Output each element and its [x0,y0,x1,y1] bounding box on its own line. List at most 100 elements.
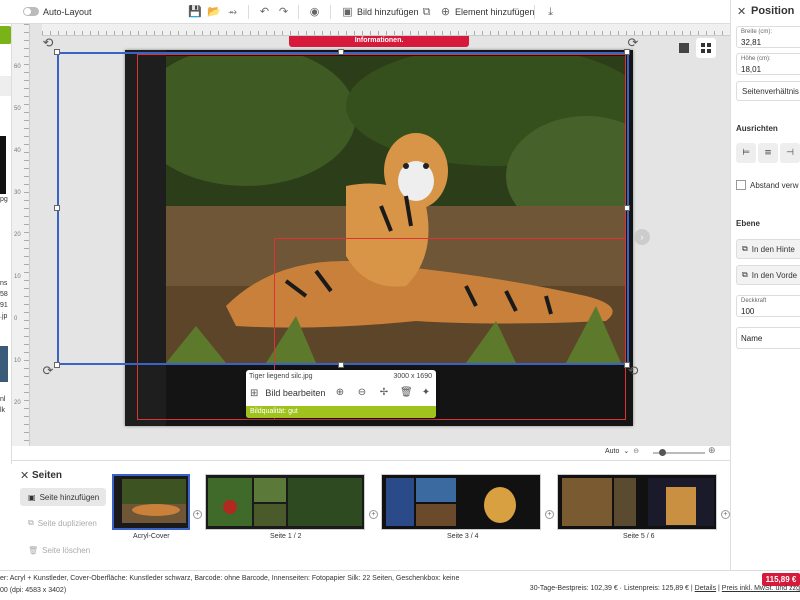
rotate-icon[interactable]: ⟳ [625,36,641,52]
next-page-arrow-icon[interactable]: › [634,229,650,245]
page-thumbnail[interactable] [381,474,541,530]
ruler-number: 50 [14,106,21,112]
resize-handle[interactable] [54,205,60,211]
zoom-in-icon[interactable]: ⊕ [334,387,346,399]
edit-image-button[interactable]: ⊞ Bild bearbeiten [250,386,325,400]
share-icon[interactable]: ⥇ [226,5,239,18]
close-icon[interactable]: ✕ [20,469,29,482]
zoom-in-icon[interactable]: ⊕ [708,446,716,456]
panel-title: Position [751,5,795,17]
resize-handle[interactable] [338,362,344,368]
info-banner[interactable]: Informationen. [289,36,469,47]
resize-handle[interactable] [624,205,630,211]
thumbnail-label: Seite 1 / 2 [270,533,302,540]
zoom-slider-knob[interactable] [659,449,666,456]
add-element-icon[interactable]: ⊕ [439,5,452,18]
page-thumbnail[interactable] [205,474,365,530]
ruler-number: 0 [14,316,18,322]
page-thumbnail-cover[interactable] [112,474,190,530]
thumbnail-label: Acryl-Cover [133,533,170,540]
thumbnail-image [206,475,364,529]
ruler-number: 10 [14,274,21,280]
opacity-field[interactable]: Deckkraft 100 [736,295,800,317]
download-icon[interactable]: ⤓ [544,5,557,18]
rotate-icon[interactable]: ⟳ [40,364,56,380]
width-value[interactable]: 32,81 [741,38,761,47]
align-heading: Ausrichten [736,124,778,133]
details-link[interactable]: Details [695,585,716,592]
align-right-icon[interactable]: ⊣ [780,143,800,163]
ruler-number: 20 [14,232,21,238]
align-center-icon[interactable]: ≡ [758,143,778,163]
zoom-control[interactable]: Auto ⌄ ⊖ [605,447,639,455]
resize-handle[interactable] [338,49,344,55]
send-back-label: In den Hinte [751,244,795,254]
height-value[interactable]: 18,01 [741,65,761,74]
sidebar-thumbnail[interactable] [0,136,6,194]
width-field[interactable]: Breite (cm): 32,81 [736,26,800,48]
save-icon[interactable]: 💾 [188,5,202,18]
move-icon[interactable]: ✢ [378,387,390,399]
folder-icon[interactable]: 📂 [207,5,221,18]
insert-page-icon[interactable]: + [545,510,554,519]
editor-canvas[interactable]: 60 50 40 30 20 10 0 10 20 Informationen.… [12,24,730,446]
page-thumbnail[interactable] [557,474,717,530]
zoom-out-icon[interactable]: ⊖ [356,387,368,399]
send-to-back-button[interactable]: ⧉ In den Hinte [736,239,800,259]
sidebar-green-button[interactable] [0,26,11,44]
add-image-button[interactable]: Bild hinzufügen [357,7,419,17]
layer-heading: Ebene [736,219,761,228]
insert-page-icon[interactable]: + [721,510,730,519]
add-element-button[interactable]: Element hinzufügen [455,7,535,17]
sidebar-text-fragment: lk [0,407,6,414]
delete-page-button[interactable]: 🗑 Seite löschen [20,541,106,559]
insert-page-icon[interactable]: + [193,510,202,519]
add-page-button[interactable]: ▣ Seite hinzufügen [20,488,106,506]
sidebar-thumbnail[interactable] [0,346,8,382]
aspect-ratio-button[interactable]: Seitenverhältnis [736,81,800,101]
undo-icon[interactable]: ↶ [258,5,271,18]
zoom-out-icon[interactable]: ⊖ [633,447,639,455]
image-quality-bar: Bildqualität: gut [246,406,436,418]
delete-page-label: Seite löschen [42,545,91,555]
insert-page-icon[interactable]: + [369,510,378,519]
rotate-icon[interactable]: ⟲ [40,36,56,52]
align-left-icon[interactable]: ⊨ [736,143,756,163]
image-filename: Tiger liegend silc.jpg [249,373,313,380]
ruler-number: 40 [14,148,21,154]
position-panel: ✕ Position Breite (cm): 32,81 Höhe (cm):… [730,0,800,570]
auto-layout-toggle[interactable] [23,7,39,16]
opacity-value[interactable]: 100 [741,307,754,316]
ruler-number: 20 [14,400,21,406]
delete-icon[interactable]: 🗑 [400,387,413,399]
duplicate-page-button[interactable]: ⧉ Seite duplizieren [20,514,106,532]
magic-wand-icon[interactable]: ✦ [420,387,432,399]
grid-view-icon [701,43,711,53]
rotate-icon[interactable]: ⟲ [625,364,641,380]
selection-box[interactable] [57,52,629,365]
sidebar-text-fragment: nl [0,396,6,403]
redo-icon[interactable]: ↷ [277,5,290,18]
preview-icon[interactable]: ◉ [308,5,321,18]
spacing-checkbox[interactable] [736,180,746,190]
zoom-mode-label[interactable]: Auto [605,448,619,455]
bring-to-front-button[interactable]: ⧉ In den Vorde [736,265,800,285]
single-view-button[interactable] [674,38,694,58]
price-incl-link[interactable]: Preis inkl. MwSt. und zzg [722,585,800,592]
grid-view-button[interactable] [696,38,716,58]
height-field[interactable]: Höhe (cm): 18,01 [736,53,800,75]
close-icon[interactable]: ✕ [737,5,746,18]
ruler-number: 60 [14,64,21,70]
replace-icon[interactable]: ⧉ [420,5,433,18]
crop-icon: ⊞ [250,387,259,399]
add-image-icon[interactable]: ▣ [341,5,354,18]
sidebar-text-fragment: 91 [0,302,8,309]
sidebar-item[interactable] [0,76,11,96]
chevron-down-icon[interactable]: ⌄ [623,447,629,455]
pages-panel: ✕ Seiten ▣ Seite hinzufügen ⧉ Seite dupl… [12,460,730,570]
bring-front-icon: ⧉ [742,270,748,279]
name-field[interactable]: Name [736,327,800,349]
ruler-number: 10 [14,358,21,364]
sidebar-text-fragment: ns [0,280,8,287]
thumbnail-image [114,476,188,528]
